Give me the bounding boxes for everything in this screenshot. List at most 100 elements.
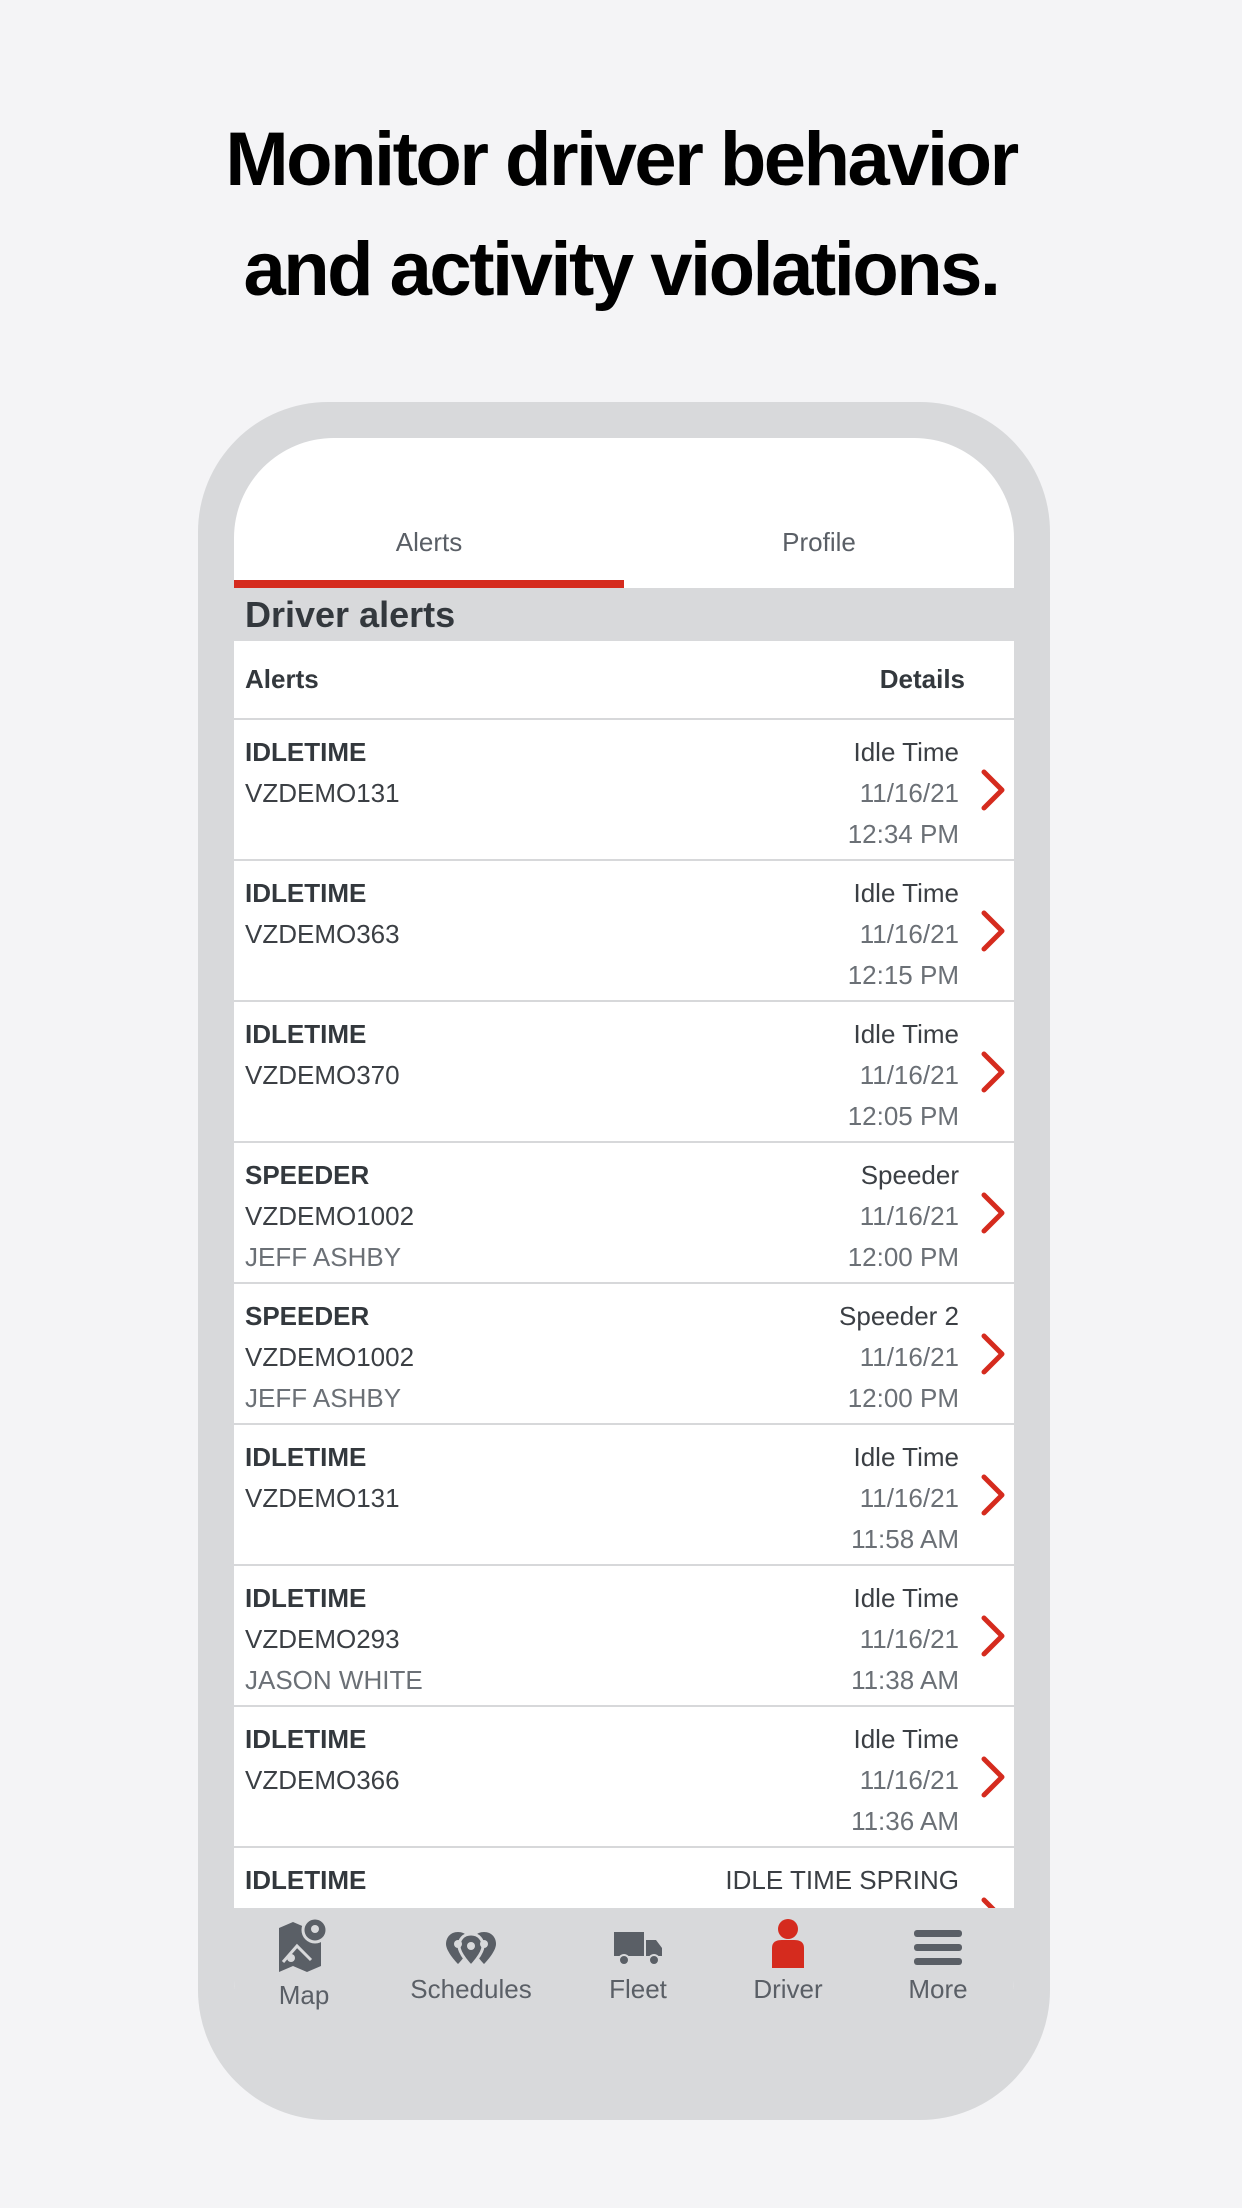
menu-icon [914,1930,962,1965]
nav-more-label: More [908,1974,968,2004]
list-header-alerts: Alerts [245,664,319,694]
alert-summary: SPEEDER VZDEMO1002 JEFF ASHBY [245,1296,414,1419]
alert-details: Idle Time 11/16/21 12:15 PM [848,873,959,996]
alert-vehicle: VZDEMO131 [245,1483,400,1513]
alert-vehicle: VZDEMO1002 [245,1342,415,1372]
headline: Monitor driver behavior and activity vio… [0,105,1242,325]
alert-details: Idle Time 11/16/21 12:34 PM [848,732,959,855]
headline-line-1: Monitor driver behavior [225,117,1019,202]
schedules-icon [446,1932,496,1968]
alert-name: Idle Time [853,1442,960,1472]
alert-details: Speeder 11/16/21 12:00 PM [848,1155,959,1278]
alert-vehicle: VZDEMO293 [245,1624,400,1654]
alert-time: 12:00 PM [847,1242,959,1272]
alert-row[interactable]: IDLETIME VZDEMO366 Idle Time 11/16/21 11:36 … [234,1707,1014,1848]
alert-vehicle: VZDEMO131 [245,778,400,808]
alert-vehicle: VZDEMO1002 [245,1201,415,1231]
alert-time: 11:38 AM [851,1665,959,1695]
nav-fleet-label: Fleet [609,1974,667,2004]
alert-type: IDLETIME [245,1583,367,1613]
alert-type: IDLETIME [245,1442,367,1472]
alert-type: IDLETIME [245,737,367,767]
alert-time: 12:34 PM [847,819,959,849]
alert-type: IDLETIME [245,878,367,908]
nav-map-label: Map [278,1980,330,2010]
chevron-right-icon [981,1192,1005,1234]
alert-type: IDLETIME [245,1865,367,1895]
driver-icon [772,1919,804,1968]
alert-name: IDLE TIME SPRING [725,1865,959,1895]
alert-date: 11/16/21 [859,1765,959,1795]
alert-summary: IDLETIME VZDEMO131 [245,732,400,814]
alert-row[interactable]: IDLETIME VZDEMO363 Idle Time 11/16/21 12:15 … [234,861,1014,1002]
nav-driver[interactable]: Driver [728,1918,848,2080]
phone-screen: Alerts Profile Driver alerts Alerts Deta… [234,438,1014,2080]
alert-date: 11/16/21 [859,1201,959,1231]
alert-type: IDLETIME [245,1724,367,1754]
alert-driver: JEFF ASHBY [245,1242,402,1272]
alert-details: Idle Time 11/16/21 11:38 AM [851,1578,959,1701]
list-header: Alerts Details [234,641,1014,720]
tab-alerts[interactable]: Alerts [234,438,624,588]
chevron-right-icon [981,910,1005,952]
alert-time: 11:36 AM [851,1806,959,1836]
alert-vehicle: VZDEMO370 [245,1060,400,1090]
alert-driver: JASON WHITE [245,1665,423,1695]
nav-schedules[interactable]: Schedules [404,1928,538,2080]
list-header-details: Details [879,664,965,694]
alert-name: Speeder 2 [839,1301,959,1331]
alert-summary: IDLETIME VZDEMO293 JASON WHITE [245,1578,423,1701]
nav-map[interactable]: Map [244,1916,364,2080]
chevron-right-icon [981,1756,1005,1798]
alert-details: Idle Time 11/16/21 11:58 AM [851,1437,959,1560]
nav-driver-label: Driver [753,1974,823,2004]
alert-summary: IDLETIME VZDEMO366 [245,1719,400,1801]
tab-profile[interactable]: Profile [624,438,1014,588]
tab-profile-label: Profile [782,527,856,557]
alert-time: 12:15 PM [847,960,959,990]
alert-row[interactable]: IDLETIME VZDEMO131 Idle Time 11/16/21 11:58 … [234,1425,1014,1566]
alert-details: Speeder 2 11/16/21 12:00 PM [839,1296,959,1419]
alert-date: 11/16/21 [859,1624,959,1654]
nav-fleet[interactable]: Fleet [578,1928,698,2080]
chevron-right-icon [981,769,1005,811]
active-tab-indicator [234,580,624,588]
alert-date: 11/16/21 [859,1483,959,1513]
alert-date: 11/16/21 [859,1342,959,1372]
alert-vehicle: VZDEMO366 [245,1765,400,1795]
alert-details: Idle Time 11/16/21 11:36 AM [851,1719,959,1842]
alert-name: Idle Time [853,878,960,908]
alert-row[interactable]: IDLETIME VZDEMO370 Idle Time 11/16/21 12:05 … [234,1002,1014,1143]
truck-icon [614,1932,662,1966]
alert-date: 11/16/21 [859,1060,959,1090]
alert-type: IDLETIME [245,1019,367,1049]
alert-summary: IDLETIME VZDEMO131 [245,1437,400,1519]
alert-row[interactable]: SPEEDER VZDEMO1002 JEFF ASHBY Speeder 11/16/… [234,1143,1014,1284]
alert-summary: SPEEDER VZDEMO1002 JEFF ASHBY [245,1155,414,1278]
nav-more[interactable]: More [878,1928,998,2080]
alert-name: Idle Time [853,1583,960,1613]
alert-details: Idle Time 11/16/21 12:05 PM [848,1014,959,1137]
alert-name: Idle Time [853,737,960,767]
alert-name: Speeder [860,1160,959,1190]
alert-row[interactable]: IDLETIME VZDEMO293 JASON WHITE Idle Time 11/… [234,1566,1014,1707]
alert-date: 11/16/21 [859,778,959,808]
alert-name: Idle Time [853,1724,960,1754]
headline-line-2: and activity violations. [243,227,1001,312]
chevron-right-icon [981,1333,1005,1375]
alerts-list: Alerts Details IDLETIME VZDEMO131 Idle Tim… [234,641,1014,1989]
alert-type: SPEEDER [245,1301,370,1331]
alert-summary: IDLETIME VZDEMO363 [245,873,400,955]
alert-vehicle: VZDEMO363 [245,919,400,949]
chevron-right-icon [981,1474,1005,1516]
alert-time: 11:58 AM [851,1524,959,1554]
alert-row[interactable]: IDLETIME VZDEMO131 Idle Time 11/16/21 12:34 … [234,720,1014,861]
alert-date: 11/16/21 [859,919,959,949]
bottom-nav: Map Schedules Fleet Driver More [234,1908,1014,2080]
alert-time: 12:05 PM [847,1101,959,1131]
map-icon [279,1916,329,1972]
alert-row[interactable]: SPEEDER VZDEMO1002 JEFF ASHBY Speeder 2 11/1… [234,1284,1014,1425]
alert-summary: IDLETIME VZDEMO370 [245,1014,400,1096]
chevron-right-icon [981,1051,1005,1093]
alert-driver: JEFF ASHBY [245,1383,402,1413]
